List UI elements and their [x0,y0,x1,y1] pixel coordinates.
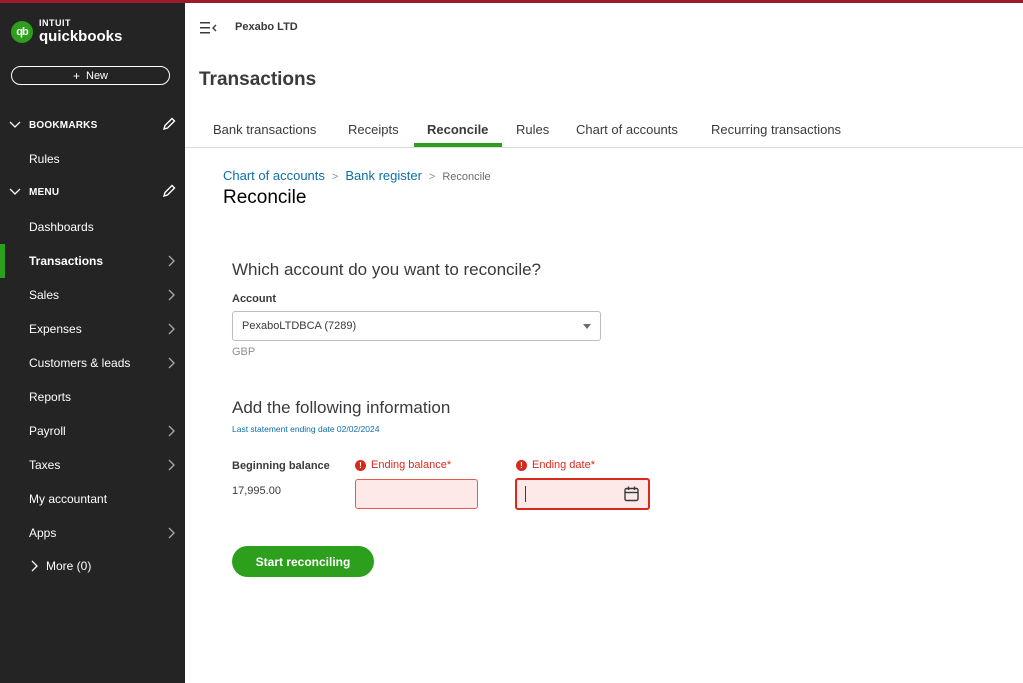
ending-balance-label: ! Ending balance* [355,459,451,471]
chevron-right-icon [168,425,175,437]
sidebar-item-label: Customers & leads [29,356,131,370]
logo-text: INTUIT quickbooks [39,18,123,45]
account-currency: GBP [232,346,256,358]
sidebar-item-more[interactable]: More (0) [0,553,185,579]
chevron-right-icon [31,560,38,572]
page-title: Transactions [199,69,317,90]
sidebar-item-customers-leads[interactable]: Customers & leads [0,350,185,376]
sidebar-item-label: Reports [29,390,72,404]
breadcrumb-chart-of-accounts[interactable]: Chart of accounts [223,168,325,183]
breadcrumb-bank-register[interactable]: Bank register [345,168,422,183]
plus-icon: + [72,68,80,83]
sidebar-item-label: Transactions [29,254,104,268]
sidebar-item-label: Dashboards [29,220,94,234]
last-statement-date: Last statement ending date 02/02/2024 [232,424,380,434]
bookmarks-label: BOOKMARKS [29,119,98,131]
tab-reconcile[interactable]: Reconcile [427,122,488,137]
tab-recurring-transactions[interactable]: Recurring transactions [711,122,841,137]
start-reconciling-button[interactable]: Start reconciling [232,546,374,577]
menu-header[interactable]: MENU [0,181,185,203]
account-select[interactable]: PexaboLTDBCA (7289) [232,311,601,341]
sidebar-item-label: Taxes [29,458,61,472]
tab-bank-transactions[interactable]: Bank transactions [213,122,316,137]
sidebar: qb INTUIT quickbooks + New BOOKMARKS Rul… [0,3,185,683]
ending-date-label: ! Ending date* [516,459,595,471]
bookmark-item-rules[interactable]: Rules [0,146,185,172]
new-button-label: New [86,69,109,82]
qb-logo-icon: qb [11,20,33,43]
chevron-right-icon [168,289,175,301]
info-heading: Add the following information [232,398,451,417]
sidebar-item-payroll[interactable]: Payroll [0,418,185,444]
edit-bookmarks-pencil-icon[interactable] [162,117,176,131]
breadcrumb-separator: > [331,171,339,183]
sidebar-item-sales[interactable]: Sales [0,282,185,308]
account-label: Account [232,293,276,305]
sidebar-item-label: Apps [29,526,57,540]
account-select-value: PexaboLTDBCA (7289) [242,320,357,332]
beginning-balance-label: Beginning balance [232,460,330,472]
chevron-down-icon [9,121,21,128]
error-icon: ! [516,459,527,471]
sidebar-item-transactions[interactable]: Transactions [0,244,185,278]
chevron-right-icon [168,357,175,369]
text-cursor [525,486,526,502]
reconcile-heading: Reconcile [223,187,307,208]
error-icon: ! [355,459,366,471]
quickbooks-logo[interactable]: qb INTUIT quickbooks [11,19,122,44]
active-tab-indicator [414,143,502,147]
menu-label: MENU [29,186,60,198]
edit-menu-pencil-icon[interactable] [162,184,176,198]
breadcrumb: Chart of accounts > Bank register > Reconcil… [223,168,491,183]
sidebar-item-dashboards[interactable]: Dashboards [0,214,185,240]
sidebar-item-label: My accountant [29,492,108,506]
new-button[interactable]: + New [11,66,170,85]
logo-intuit-text: INTUIT [39,18,71,28]
tab-receipts[interactable]: Receipts [348,122,399,137]
breadcrumb-separator: > [428,171,436,183]
sidebar-item-taxes[interactable]: Taxes [0,452,185,478]
calendar-icon[interactable] [624,486,639,502]
breadcrumb-current: Reconcile [442,171,491,183]
tab-rules[interactable]: Rules [516,122,549,137]
account-question: Which account do you want to reconcile? [232,260,542,279]
sidebar-item-my-accountant[interactable]: My accountant [0,486,185,512]
bookmarks-header[interactable]: BOOKMARKS [0,114,185,136]
tabs-divider [185,147,1023,148]
collapse-menu-icon[interactable] [200,21,218,35]
sidebar-item-apps[interactable]: Apps [0,520,185,546]
ending-date-input[interactable] [515,478,650,510]
ending-balance-input[interactable] [355,479,478,509]
ending-date-label-text: Ending date* [532,459,595,471]
chevron-right-icon [168,323,175,335]
sidebar-item-expenses[interactable]: Expenses [0,316,185,342]
sidebar-item-label: Payroll [29,424,66,438]
beginning-balance-value: 17,995.00 [232,485,281,497]
sidebar-more-label: More (0) [46,559,92,573]
chevron-right-icon [168,527,175,539]
sidebar-item-label: Sales [29,288,60,302]
chevron-right-icon [168,255,175,267]
logo-product-text: quickbooks [39,28,123,45]
chevron-down-icon [9,188,21,195]
sidebar-item-reports[interactable]: Reports [0,384,185,410]
chevron-right-icon [168,459,175,471]
bookmark-item-label: Rules [29,152,60,166]
dropdown-caret-icon [583,324,591,329]
ending-balance-label-text: Ending balance* [371,459,452,471]
company-name[interactable]: Pexabo LTD [235,21,298,33]
tab-chart-of-accounts[interactable]: Chart of accounts [576,122,678,137]
sidebar-item-label: Expenses [29,322,82,336]
